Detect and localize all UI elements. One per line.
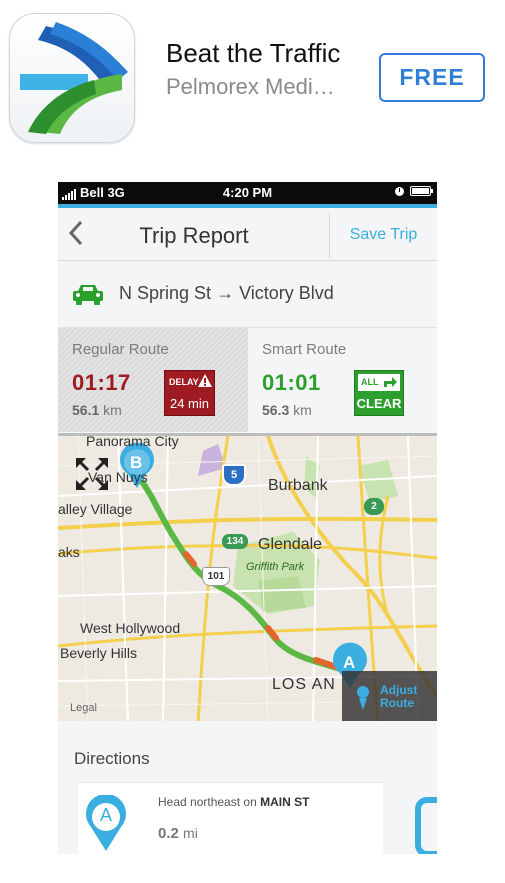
all-clear-label: ALL bbox=[361, 377, 379, 387]
route-arrow: → bbox=[216, 283, 235, 303]
route-134-shield: 134 bbox=[222, 534, 248, 549]
regular-route-distance: 56.1 km bbox=[72, 402, 122, 418]
pin-b-label: B bbox=[130, 453, 143, 472]
developer-name[interactable]: Pelmorex Medi… bbox=[166, 74, 364, 100]
regular-distance-unit: km bbox=[103, 402, 122, 418]
map-legal-link[interactable]: Legal bbox=[70, 702, 97, 714]
map-label-burbank: Burbank bbox=[268, 477, 328, 494]
status-bar: Bell 3G 4:20 PM bbox=[58, 182, 437, 204]
nav-bar: Trip Report Save Trip bbox=[58, 208, 437, 261]
smart-route-panel[interactable]: Smart Route 01:01 56.3 km ALL CLEAR bbox=[248, 328, 437, 432]
interstate-5-shield: 5 bbox=[222, 464, 246, 486]
drag-pin-icon bbox=[357, 686, 369, 710]
regular-route-time: 01:17 bbox=[72, 370, 131, 395]
alarm-clock-icon bbox=[395, 186, 404, 196]
smart-route-label: Smart Route bbox=[262, 341, 347, 358]
direction-instruction: Head northeast on MAIN ST bbox=[158, 795, 309, 809]
app-screenshot: Bell 3G 4:20 PM Trip Report Save Trip N … bbox=[58, 182, 437, 854]
map-label-valley-village: alley Village bbox=[58, 501, 133, 517]
route-summary: N Spring St → Victory Blvd bbox=[58, 261, 437, 328]
beat-the-traffic-logo-icon bbox=[20, 22, 128, 134]
status-time: 4:20 PM bbox=[222, 185, 273, 200]
app-name: Beat the Traffic bbox=[166, 38, 341, 68]
smart-route-time: 01:01 bbox=[262, 370, 321, 395]
smart-route-distance: 56.3 km bbox=[262, 402, 312, 418]
page-title: Trip Report bbox=[139, 223, 249, 248]
map-label-west-hollywood: West Hollywood bbox=[80, 620, 181, 636]
directions-title: Directions bbox=[74, 749, 150, 768]
direction-step[interactable]: A Head northeast on MAIN ST 0.2 mi bbox=[78, 782, 383, 854]
direction-pin-label: A bbox=[99, 805, 112, 825]
directions-section: Directions A Head northeast on MAIN ST 0… bbox=[58, 737, 437, 854]
app-icon[interactable] bbox=[9, 13, 135, 143]
all-clear-value: CLEAR bbox=[356, 396, 402, 411]
route-map[interactable]: Panorama City Van Nuys alley Village aks… bbox=[58, 433, 437, 721]
save-trip-button[interactable]: Save Trip bbox=[330, 226, 437, 244]
direction-distance-value: 0.2 bbox=[158, 825, 179, 842]
delay-badge: DELAY 24 min bbox=[164, 370, 215, 416]
battery-icon bbox=[410, 186, 433, 196]
route-origin: N Spring St bbox=[119, 283, 212, 303]
regular-distance-value: 56.1 bbox=[72, 402, 100, 418]
next-step-card-edge[interactable] bbox=[415, 797, 437, 854]
all-clear-badge: ALL CLEAR bbox=[354, 370, 404, 416]
direction-distance-unit: mi bbox=[183, 825, 198, 841]
get-free-button[interactable]: FREE bbox=[379, 53, 485, 102]
regular-route-panel[interactable]: Regular Route 01:17 56.1 km DELAY 24 min bbox=[58, 328, 248, 432]
direction-distance: 0.2 mi bbox=[158, 825, 198, 842]
direction-street: MAIN ST bbox=[260, 795, 310, 809]
regular-route-label: Regular Route bbox=[72, 341, 169, 358]
car-icon bbox=[73, 285, 103, 305]
map-label-los-angeles: LOS AN bbox=[272, 676, 336, 693]
pin-a-label: A bbox=[343, 653, 356, 672]
route-2-shield: 2 bbox=[364, 498, 384, 515]
route-comparison: Regular Route 01:17 56.1 km DELAY 24 min… bbox=[58, 328, 437, 432]
route-101-shield: 101 bbox=[202, 567, 230, 586]
delay-minutes: 24 min bbox=[169, 396, 210, 411]
turn-arrow-icon bbox=[384, 377, 397, 387]
route-text: N Spring St → Victory Blvd bbox=[119, 283, 334, 304]
map-label-beverly-hills: Beverly Hills bbox=[60, 645, 138, 661]
delay-badge-label: DELAY bbox=[169, 377, 199, 387]
warning-icon bbox=[198, 374, 212, 387]
adjust-route-label: Adjust Route bbox=[380, 684, 417, 710]
route-destination: Victory Blvd bbox=[239, 283, 334, 303]
adjust-route-button[interactable]: Adjust Route bbox=[342, 671, 437, 721]
map-label-oaks: aks bbox=[58, 544, 80, 560]
smart-distance-value: 56.3 bbox=[262, 402, 290, 418]
map-label-griffith-park: Griffith Park bbox=[246, 561, 305, 573]
smart-distance-unit: km bbox=[293, 402, 312, 418]
direction-prefix: Head northeast on bbox=[158, 795, 257, 809]
map-label-panorama-city: Panorama City bbox=[86, 433, 179, 449]
map-label-glendale: Glendale bbox=[258, 536, 323, 553]
adjust-route-line2: Route bbox=[380, 696, 414, 710]
